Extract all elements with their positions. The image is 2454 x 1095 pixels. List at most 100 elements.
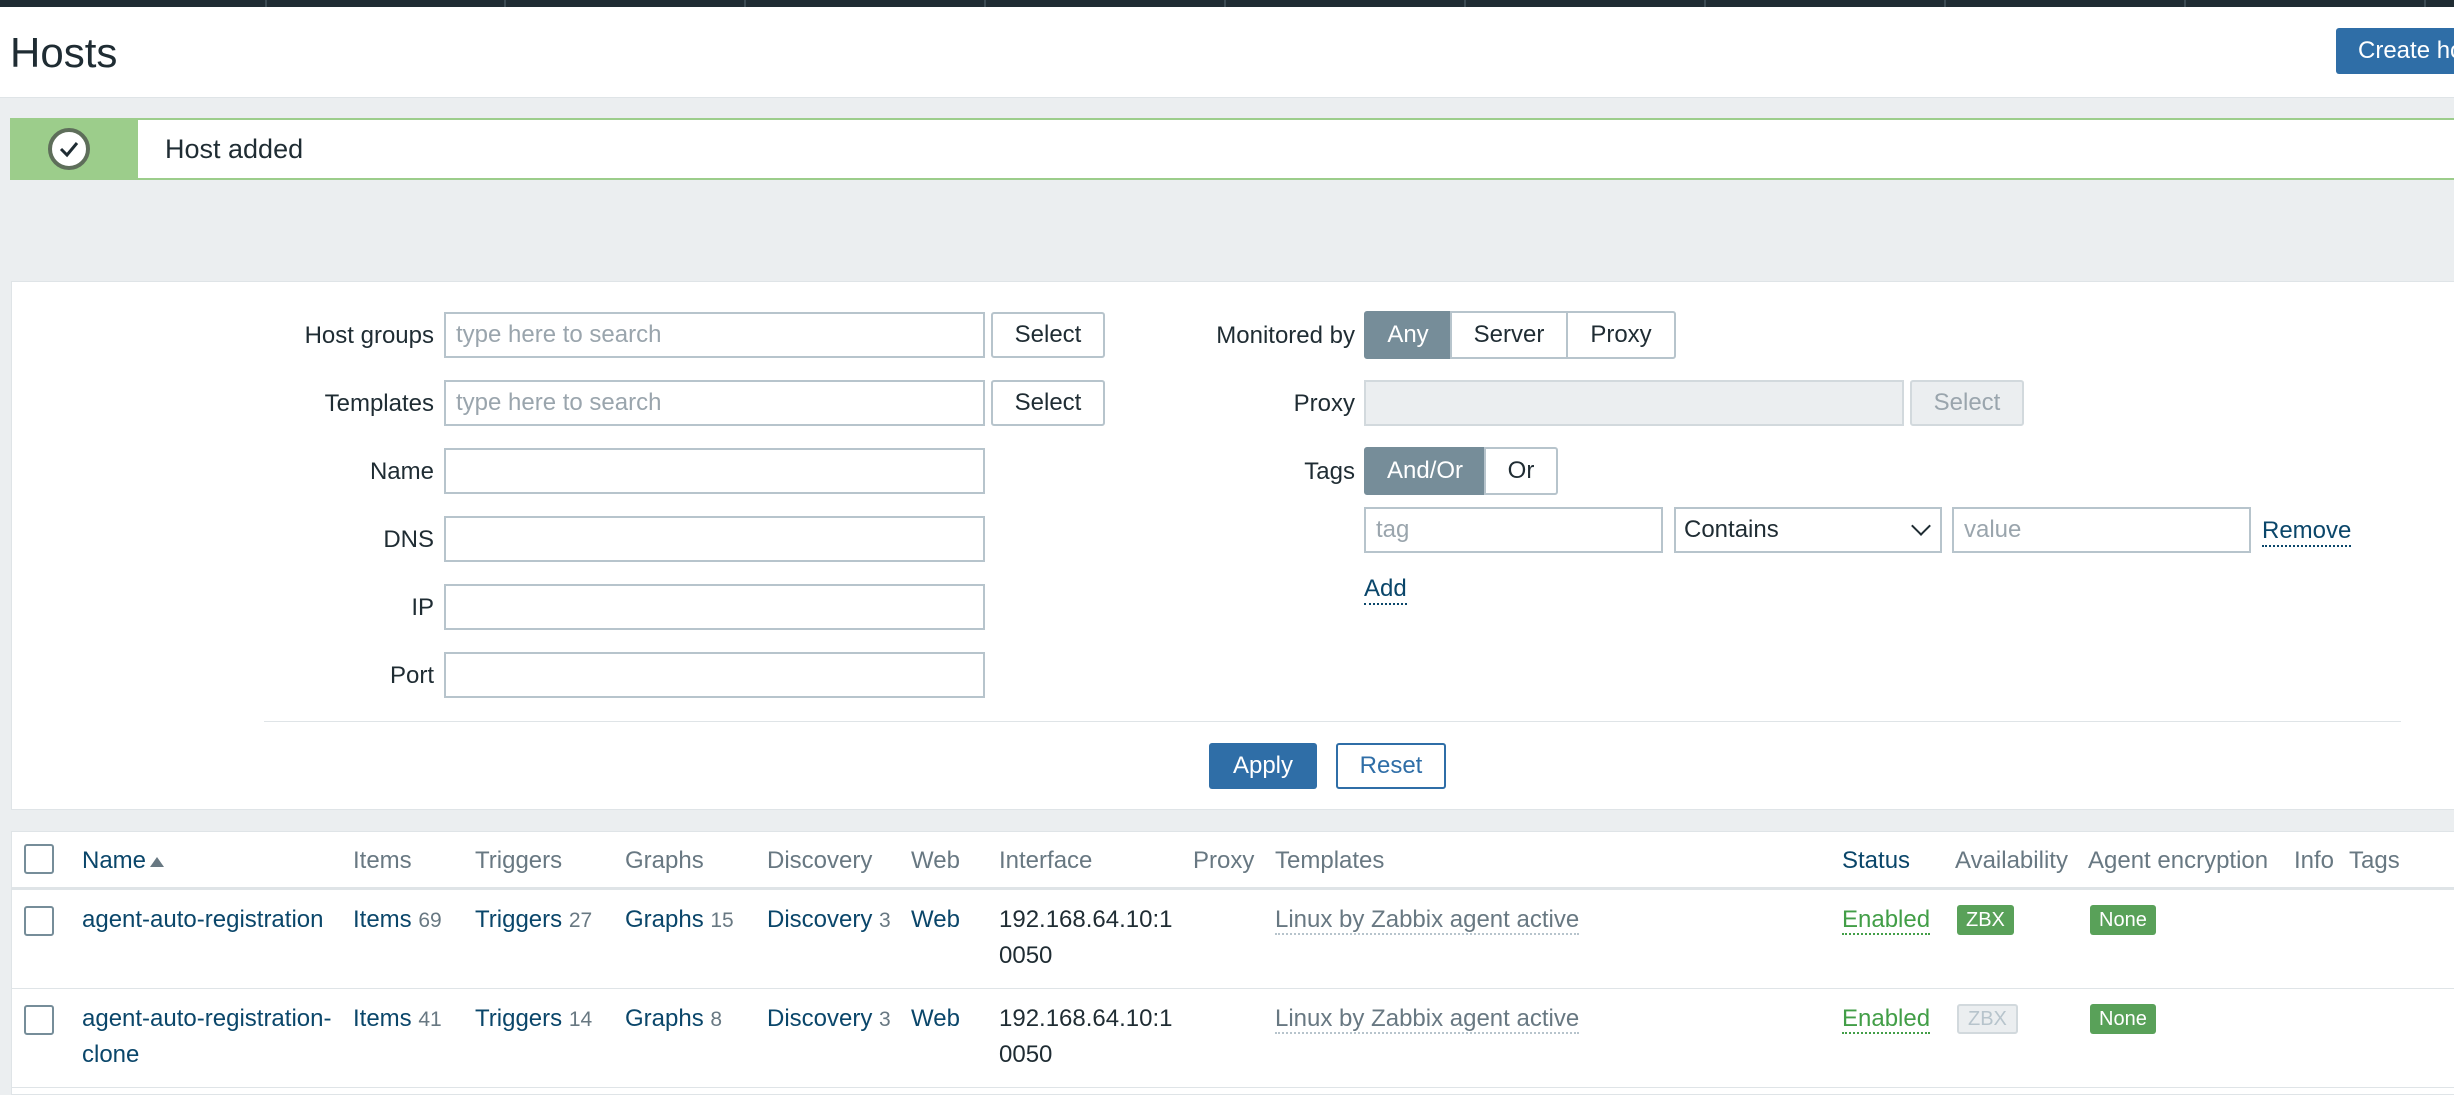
templates-select-button[interactable]: Select — [991, 380, 1105, 426]
graphs-link[interactable]: Graphs — [625, 1005, 704, 1032]
dns-label: DNS — [383, 526, 434, 553]
monitored-by-proxy[interactable]: Proxy — [1566, 311, 1676, 359]
page-header: Hosts Create ho — [0, 7, 2454, 98]
host-groups-input[interactable] — [444, 312, 985, 358]
header-proxy: Proxy — [1193, 847, 1255, 874]
sort-asc-icon — [150, 856, 165, 867]
table-row: agent-auto-registration- clone Items 41 … — [12, 989, 2454, 1088]
header-availability: Availability — [1955, 847, 2068, 874]
triggers-link[interactable]: Triggers — [475, 1005, 562, 1032]
header-web: Web — [911, 847, 960, 874]
tag-remove-link[interactable]: Remove — [2262, 517, 2352, 547]
top-nav-bar — [0, 0, 2454, 7]
status-cell: Enabled — [1842, 1001, 1931, 1037]
proxy-input — [1364, 380, 1904, 426]
name-label: Name — [369, 458, 434, 485]
items-cell: Items 69 — [353, 902, 442, 939]
interface-line2: 0050 — [999, 942, 1053, 969]
availability-badge: ZBX — [1957, 905, 2014, 935]
encryption-badge: None — [2090, 1004, 2156, 1034]
host-name-link[interactable]: agent-auto-registration- — [82, 1001, 331, 1037]
port-label: Port — [389, 662, 434, 689]
interface-line2: 0050 — [999, 1041, 1053, 1068]
templates-input[interactable] — [444, 380, 985, 426]
header-items: Items — [353, 847, 412, 874]
items-count: 69 — [418, 909, 442, 932]
graphs-cell: Graphs 15 — [625, 902, 734, 939]
tags-or[interactable]: Or — [1484, 447, 1558, 495]
header-agent-encryption: Agent encryption — [2088, 847, 2269, 874]
port-input[interactable] — [444, 652, 985, 698]
reset-button[interactable]: Reset — [1336, 743, 1446, 789]
monitored-by-server[interactable]: Server — [1450, 311, 1568, 359]
ip-label: IP — [411, 594, 434, 621]
web-link[interactable]: Web — [911, 902, 960, 938]
success-message: Host added — [10, 118, 2454, 180]
availability-badge: ZBX — [1957, 1004, 2018, 1034]
monitored-by-any[interactable]: Any — [1364, 311, 1452, 359]
status-toggle[interactable]: Enabled — [1842, 1005, 1931, 1034]
tags-label: Tags — [1304, 458, 1355, 485]
tag-operator-select[interactable]: Contains — [1674, 507, 1942, 553]
items-link[interactable]: Items — [353, 906, 412, 933]
status-cell: Enabled — [1842, 902, 1931, 938]
host-name-link-continued[interactable]: clone — [82, 1037, 139, 1073]
discovery-cell: Discovery 3 — [767, 1001, 891, 1038]
create-host-button[interactable]: Create ho — [2336, 28, 2454, 74]
discovery-count: 3 — [879, 1008, 891, 1031]
monitored-by-toggle: Any Server Proxy — [1364, 311, 1676, 359]
header-info: Info — [2294, 847, 2335, 874]
row-checkbox[interactable] — [24, 906, 54, 936]
host-groups-select-button[interactable]: Select — [991, 312, 1105, 358]
name-input[interactable] — [444, 448, 985, 494]
select-all-checkbox[interactable] — [24, 844, 54, 874]
header-discovery: Discovery — [767, 847, 873, 874]
filter-panel: Host groups Select Templates Select Name… — [11, 281, 2454, 810]
triggers-count: 27 — [568, 909, 593, 932]
success-icon-area — [12, 120, 138, 178]
row-checkbox[interactable] — [24, 1005, 54, 1035]
graphs-count: 15 — [710, 909, 734, 932]
tag-value-input[interactable] — [1952, 507, 2251, 553]
proxy-label: Proxy — [1293, 390, 1355, 417]
tags-evaltype-toggle: And/Or Or — [1364, 447, 1558, 495]
header-graphs: Graphs — [625, 847, 704, 874]
tag-input[interactable] — [1364, 507, 1663, 553]
table-row: agent-auto-registration Items 69 Trigger… — [12, 890, 2454, 989]
tag-add-link[interactable]: Add — [1364, 575, 1407, 605]
graphs-count: 8 — [710, 1008, 723, 1031]
discovery-link[interactable]: Discovery — [767, 906, 872, 933]
template-link[interactable]: Linux by Zabbix agent active — [1275, 1005, 1580, 1034]
host-name-link[interactable]: agent-auto-registration — [82, 902, 323, 938]
triggers-link[interactable]: Triggers — [475, 906, 562, 933]
ip-input[interactable] — [444, 584, 985, 630]
header-status[interactable]: Status — [1842, 847, 1910, 875]
monitored-by-label: Monitored by — [1216, 322, 1355, 349]
items-count: 41 — [418, 1008, 442, 1031]
triggers-count: 14 — [568, 1008, 593, 1031]
tags-and-or[interactable]: And/Or — [1364, 447, 1486, 495]
checkmark-icon — [48, 128, 90, 170]
template-link[interactable]: Linux by Zabbix agent active — [1275, 906, 1580, 935]
header-interface: Interface — [999, 847, 1093, 874]
apply-button[interactable]: Apply — [1209, 743, 1317, 789]
header-name[interactable]: Name — [82, 847, 165, 875]
proxy-select-button: Select — [1910, 380, 2024, 426]
templates-label: Templates — [324, 390, 434, 417]
interface-line1: 192.168.64.10:1 — [999, 1005, 1173, 1032]
filter-divider — [264, 721, 2401, 722]
triggers-cell: Triggers 27 — [475, 902, 592, 939]
encryption-badge: None — [2090, 905, 2156, 935]
status-toggle[interactable]: Enabled — [1842, 906, 1931, 935]
discovery-link[interactable]: Discovery — [767, 1005, 872, 1032]
items-cell: Items 41 — [353, 1001, 442, 1038]
page-title: Hosts — [10, 29, 118, 76]
web-link[interactable]: Web — [911, 1001, 960, 1037]
graphs-link[interactable]: Graphs — [625, 906, 704, 933]
dns-input[interactable] — [444, 516, 985, 562]
hosts-table: Name Items Triggers Graphs Discovery Web… — [11, 831, 2454, 1095]
graphs-cell: Graphs 8 — [625, 1001, 722, 1038]
table-header: Name Items Triggers Graphs Discovery Web… — [12, 832, 2454, 890]
discovery-cell: Discovery 3 — [767, 902, 891, 939]
items-link[interactable]: Items — [353, 1005, 412, 1032]
